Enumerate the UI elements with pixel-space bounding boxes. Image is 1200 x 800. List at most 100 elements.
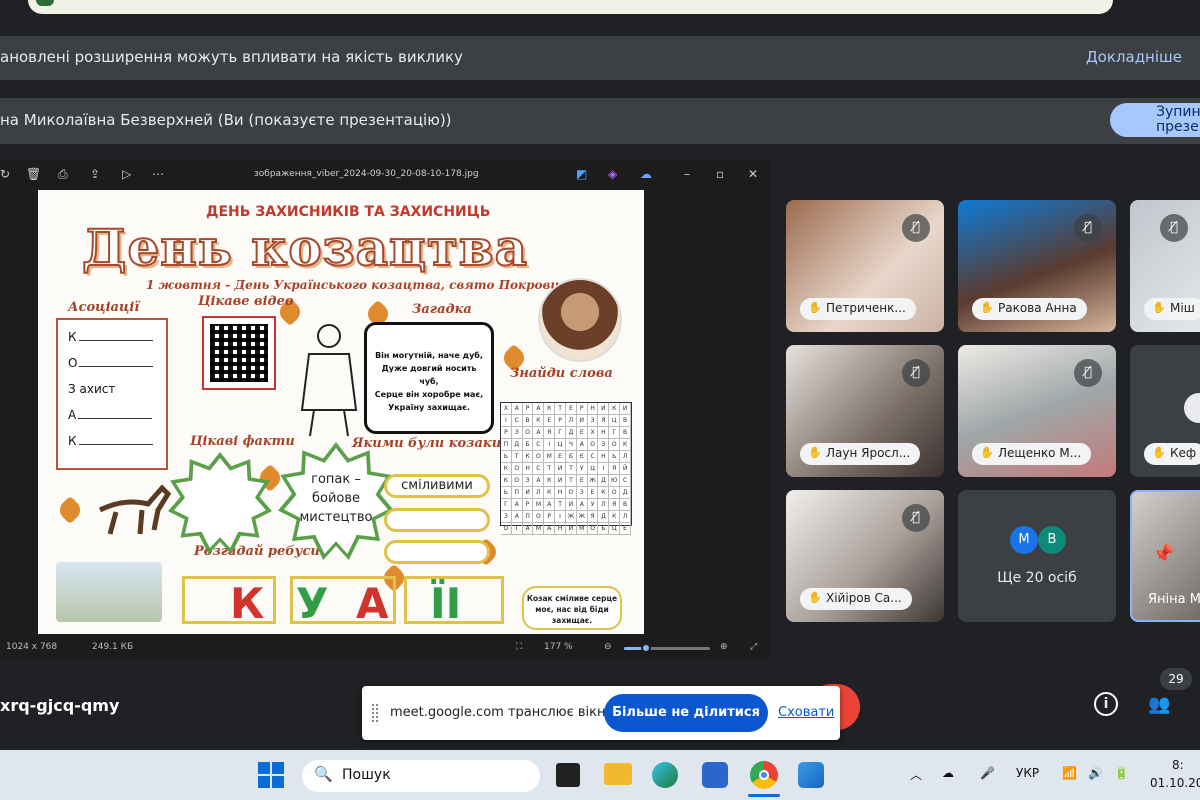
pin-icon[interactable]: 📌: [1152, 544, 1174, 565]
grid-cell: Ц: [609, 415, 621, 427]
zoom-slider-handle[interactable]: [640, 643, 651, 653]
grid-cell: Й: [620, 463, 631, 475]
grid-cell: Л: [620, 451, 631, 463]
grid-cell: А: [533, 427, 545, 439]
fullscreen-icon[interactable]: ⤢: [750, 642, 757, 652]
zoom-level[interactable]: 177 %: [544, 642, 573, 652]
edge-icon[interactable]: [652, 762, 678, 788]
maximize-icon[interactable]: ▫: [716, 167, 724, 181]
close-icon[interactable]: ✕: [748, 167, 758, 181]
microphone-icon[interactable]: 🎤: [980, 766, 995, 780]
grid-cell: Д: [598, 511, 610, 523]
zoom-slider[interactable]: [624, 643, 710, 653]
copilot-icon[interactable]: ◈: [608, 167, 617, 181]
onedrive-icon[interactable]: ☁: [942, 766, 954, 780]
drag-handle-icon[interactable]: [372, 704, 378, 722]
participant-tile[interactable]: 🎙̸ Міш: [1130, 200, 1200, 332]
grid-cell: И: [576, 415, 588, 427]
participant-avatar: В: [1038, 526, 1066, 554]
grid-cell: Ж: [587, 475, 599, 487]
edit-icon[interactable]: ◩: [576, 167, 587, 181]
windows-start-icon[interactable]: [258, 762, 284, 788]
grid-cell: Е: [576, 475, 588, 487]
top-banner-remnant: [28, 0, 1113, 14]
minimize-icon[interactable]: –: [684, 167, 690, 181]
grid-cell: О: [501, 523, 512, 535]
word-search-grid: ХАРАКТЕРНИКИІСВКЕРЛИЗЯЦВРЗОАЯГДЕХНГВПДБС…: [500, 402, 632, 535]
tray-expand-icon[interactable]: ︿: [910, 766, 922, 783]
grid-cell: П: [522, 511, 534, 523]
slideshow-icon[interactable]: ▷: [122, 167, 131, 181]
clock-date[interactable]: 01.10.20: [1150, 776, 1200, 790]
taskbar-search[interactable]: 🔍 Пошук: [302, 760, 540, 792]
grid-cell: А: [533, 475, 545, 487]
hide-link[interactable]: Сховати: [778, 705, 834, 720]
wifi-icon[interactable]: 📶: [1062, 766, 1077, 780]
grid-cell: П: [511, 487, 523, 499]
zoom-in-icon[interactable]: ⊕: [720, 642, 728, 652]
image-filesize: 249.1 КБ: [92, 642, 134, 652]
stop-sharing-button[interactable]: Більше не ділитися: [604, 694, 768, 732]
grid-cell: И: [565, 499, 577, 511]
task-view-icon[interactable]: [556, 763, 580, 787]
battery-icon[interactable]: 🔋: [1114, 766, 1129, 780]
more-participants-tile[interactable]: М В Ще 20 осіб: [958, 490, 1116, 622]
grid-cell: Р: [555, 415, 566, 427]
grid-cell: И: [598, 403, 610, 415]
volume-icon[interactable]: 🔊: [1088, 766, 1103, 780]
delete-icon[interactable]: 🗑: [26, 167, 41, 181]
mic-off-icon: 🎙̸: [1074, 359, 1102, 387]
mic-off-icon: 🎙̸: [1160, 214, 1188, 242]
mic-off-icon: 🎙̸: [902, 214, 930, 242]
grid-cell: Е: [620, 523, 631, 535]
horse-icon: [98, 484, 172, 535]
grid-cell: М: [533, 523, 545, 535]
share-icon[interactable]: ⇪: [90, 167, 100, 181]
participant-tile-pinned[interactable]: 📌 Яніна М: [1130, 490, 1200, 622]
grid-cell: И: [565, 523, 577, 535]
grid-cell: Р: [522, 499, 534, 511]
file-explorer-icon[interactable]: [604, 763, 632, 785]
info-icon[interactable]: i: [1094, 692, 1118, 716]
chrome-icon[interactable]: [750, 761, 778, 789]
fact-star-empty: [168, 452, 272, 554]
grid-cell: Л: [533, 487, 545, 499]
rotate-icon[interactable]: ↻: [0, 167, 10, 181]
mic-off-icon: 🎙̸: [902, 504, 930, 532]
store-icon[interactable]: [702, 762, 728, 788]
participant-tile[interactable]: 🎙̸ Хійіров Са...: [786, 490, 944, 622]
more-icon[interactable]: ⋯: [152, 167, 164, 181]
language-indicator[interactable]: УКР: [1016, 766, 1039, 780]
participant-tile[interactable]: 🎙̸ Петриченк...: [786, 200, 944, 332]
participant-tile[interactable]: 🎙̸ Лещенко М...: [958, 345, 1116, 477]
riddle-box: Він могутній, наче дуб, Дуже довгий носи…: [364, 322, 494, 434]
grid-cell: Ц: [609, 523, 621, 535]
grid-cell: А: [544, 523, 556, 535]
grid-cell: Л: [598, 499, 610, 511]
zoom-out-icon[interactable]: ⊖: [604, 642, 612, 652]
grid-cell: Н: [555, 523, 566, 535]
grid-cell: О: [511, 463, 523, 475]
cloud-icon[interactable]: ☁: [640, 167, 652, 181]
fit-icon[interactable]: ⛶: [516, 642, 522, 652]
grid-cell: Я: [598, 415, 610, 427]
photos-icon[interactable]: [798, 762, 824, 788]
grid-cell: Л: [620, 511, 631, 523]
people-icon[interactable]: 👥: [1148, 694, 1170, 715]
grid-cell: Б: [565, 451, 577, 463]
viewer-footer: 1024 x 768 249.1 КБ ⛶ 177 % ⊖ ⊕ ⤢: [0, 636, 770, 660]
search-icon: 🔍: [314, 765, 333, 783]
participant-tile[interactable]: 🎙̸ Ракова Анна: [958, 200, 1116, 332]
participant-tile[interactable]: Кеф: [1130, 345, 1200, 477]
participant-tile[interactable]: 🎙̸ Лаун Яросл...: [786, 345, 944, 477]
assoc-line: О: [68, 356, 154, 370]
dancing-cossacks-image: [56, 562, 162, 622]
stop-presenting-button[interactable]: Зупин презен: [1110, 103, 1200, 137]
clock-time[interactable]: 8:: [1172, 758, 1184, 772]
learn-more-link[interactable]: Докладніше: [1086, 48, 1182, 66]
grid-cell: Е: [587, 487, 599, 499]
more-participants-label: Ще 20 осіб: [997, 570, 1077, 586]
print-icon[interactable]: ⎙: [58, 167, 68, 182]
grid-cell: А: [576, 499, 588, 511]
grid-cell: З: [587, 415, 599, 427]
